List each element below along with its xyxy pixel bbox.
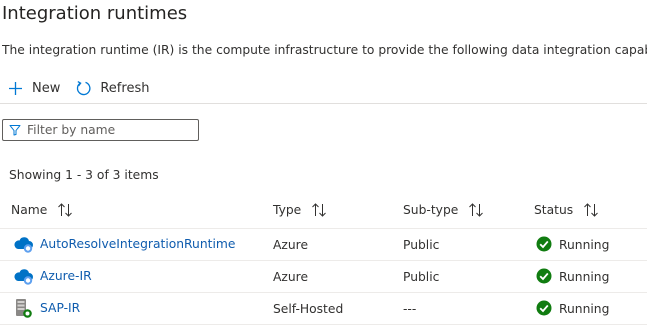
runtime-subtype: Public [403, 238, 440, 252]
row-divider [0, 324, 647, 325]
column-header-type-label: Type [273, 203, 302, 217]
sort-icon[interactable] [583, 203, 599, 217]
self-hosted-server-icon [16, 299, 32, 318]
azure-cloud-icon [14, 237, 34, 253]
runtime-type: Self-Hosted [273, 302, 344, 316]
refresh-button[interactable]: Refresh [75, 80, 149, 97]
runtime-subtype: --- [403, 302, 417, 316]
runtime-name-link[interactable]: AutoResolveIntegrationRuntime [40, 237, 235, 251]
filter-box[interactable] [2, 119, 199, 141]
check-circle-icon [536, 236, 552, 252]
runtime-status: Running [559, 302, 610, 316]
azure-cloud-icon [14, 269, 34, 285]
row-divider [0, 260, 647, 261]
refresh-icon [77, 80, 91, 95]
column-header-name-label: Name [11, 203, 48, 217]
filter-input[interactable] [27, 123, 187, 137]
sort-icon[interactable] [468, 203, 484, 217]
runtime-status: Running [559, 238, 610, 252]
column-header-subtype-label: Sub-type [403, 203, 459, 217]
refresh-button-label: Refresh [100, 80, 150, 96]
check-circle-icon [536, 300, 552, 316]
runtime-subtype: Public [403, 270, 440, 284]
runtime-type: Azure [273, 238, 309, 252]
runtime-status: Running [559, 270, 610, 284]
items-count: Showing 1 - 3 of 3 items [9, 168, 159, 182]
sort-icon[interactable] [57, 203, 73, 217]
plus-icon [9, 81, 22, 95]
column-header-subtype[interactable]: Sub-type [403, 203, 484, 217]
column-header-type[interactable]: Type [273, 203, 327, 217]
runtime-name-link[interactable]: Azure-IR [40, 269, 92, 283]
filter-icon [9, 125, 21, 136]
sort-icon[interactable] [311, 203, 327, 217]
row-divider [0, 292, 647, 293]
toolbar-divider [0, 103, 647, 104]
column-header-status-label: Status [534, 203, 574, 217]
runtime-name-link[interactable]: SAP-IR [40, 301, 80, 315]
column-header-name[interactable]: Name [11, 203, 73, 217]
page-description: The integration runtime (IR) is the comp… [2, 43, 647, 57]
runtime-type: Azure [273, 270, 309, 284]
page-title: Integration runtimes [2, 3, 188, 24]
new-button[interactable]: New [8, 81, 60, 96]
toolbar: New Refresh [8, 78, 149, 98]
column-header-status[interactable]: Status [534, 203, 599, 217]
check-circle-icon [536, 268, 552, 284]
new-button-label: New [32, 80, 61, 96]
row-divider [0, 228, 647, 229]
